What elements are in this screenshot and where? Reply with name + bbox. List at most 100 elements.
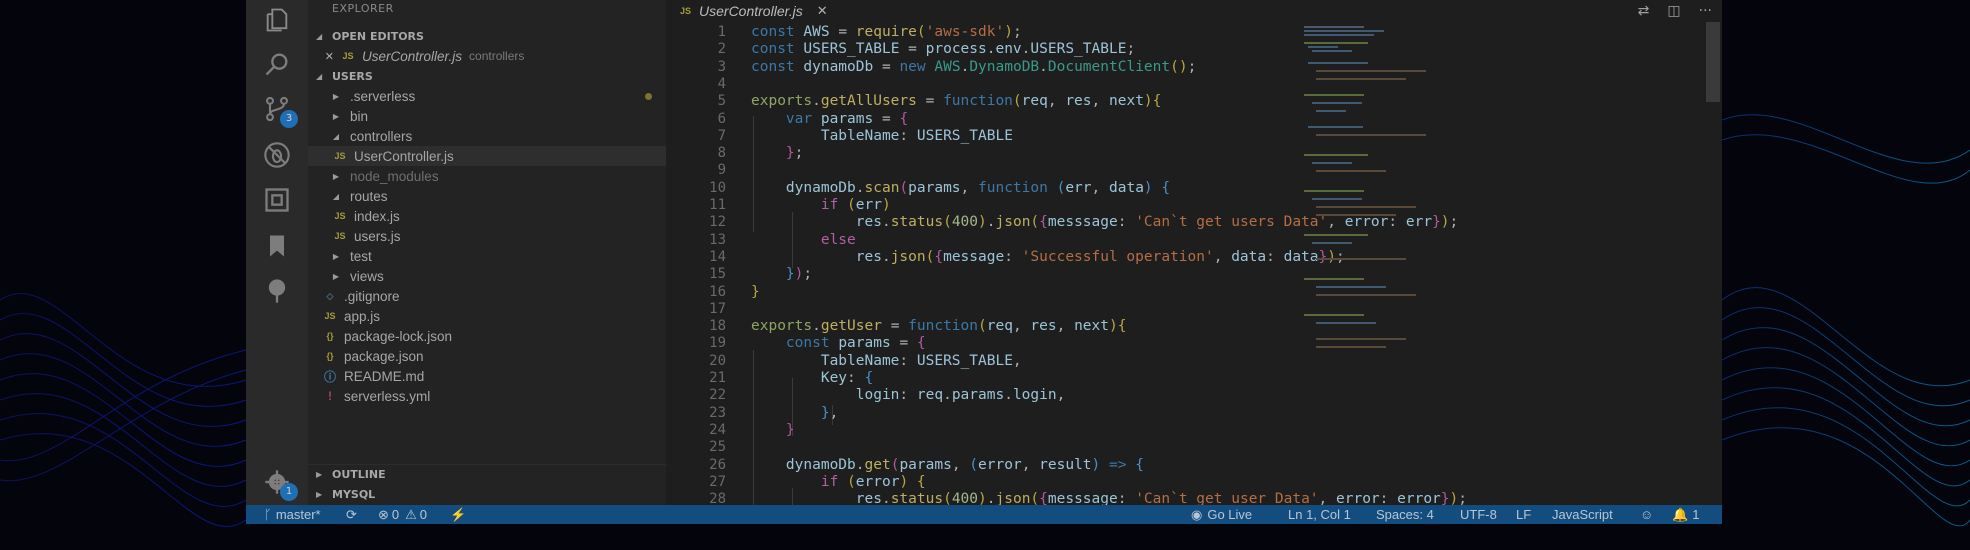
indentation[interactable]: Spaces: 4 (1376, 505, 1434, 524)
tree-item-package-json[interactable]: {} package.json (308, 346, 666, 366)
cursor-position[interactable]: Ln 1, Col 1 (1288, 505, 1351, 524)
tree-item-app-js[interactable]: JS app.js (308, 306, 666, 326)
json-file-icon: {} (326, 331, 334, 341)
settings-gear-icon[interactable]: 1 (260, 465, 298, 501)
line-number: 15 (709, 266, 726, 283)
editor-scrollbar[interactable] (1706, 22, 1720, 102)
tree-item-test[interactable]: ▶ test (308, 246, 666, 266)
mysql-label: MYSQL (332, 487, 376, 501)
bookmark-icon[interactable] (260, 229, 294, 263)
line-number: 8 (717, 145, 726, 162)
open-editor-description: controllers (469, 49, 525, 63)
line-number: 23 (709, 404, 726, 421)
tree-item-gitignore[interactable]: ◇ .gitignore (308, 286, 666, 306)
line-number: 26 (709, 456, 726, 473)
notifications[interactable]: 🔔 1 (1672, 505, 1699, 524)
close-icon[interactable]: ✕ (308, 50, 334, 63)
tree-item-serverless-yml[interactable]: ! serverless.yml (308, 386, 666, 406)
mysql-header[interactable]: ▶ MYSQL (308, 485, 666, 503)
outline-header[interactable]: ▶ OUTLINE (308, 464, 666, 483)
chevron-right-icon: ▶ (332, 251, 340, 261)
info-file-icon: ⓘ (323, 369, 336, 384)
line-number: 6 (717, 110, 726, 127)
tree-item-serverless[interactable]: ▶ .serverless (308, 86, 666, 106)
debug-icon[interactable] (260, 138, 294, 172)
go-live-label: Go Live (1207, 507, 1253, 522)
code-line: } (751, 283, 760, 300)
search-icon[interactable] (260, 47, 294, 81)
source-control-icon[interactable]: 3 (260, 92, 298, 128)
tree-item-bin[interactable]: ▶ bin (308, 106, 666, 126)
chevron-right-icon: ▶ (332, 91, 340, 101)
minimap[interactable] (1304, 22, 1426, 505)
code-line: TableName: USERS_TABLE, (820, 352, 1022, 369)
outline-label: OUTLINE (332, 467, 386, 481)
lightning-icon[interactable]: ⚡ (450, 505, 466, 524)
problems-indicator[interactable]: ⊗ 0 ⚠ 0 (378, 505, 427, 524)
chevron-right-icon: ▶ (332, 111, 340, 121)
tree-item-label: .gitignore (344, 288, 400, 304)
code-line: dynamoDb.scan(params, function (err, dat… (785, 179, 1171, 196)
tree-item-index-js[interactable]: JS index.js (308, 206, 666, 226)
users-folder-header[interactable]: ◢ USERS (308, 67, 666, 85)
broadcast-icon: ◉ (1191, 506, 1203, 522)
code-line: TableName: USERS_TABLE (820, 127, 1013, 144)
tree-item-label: README.md (344, 368, 425, 384)
line-number: 1 (717, 24, 726, 40)
tree-item-controllers[interactable]: ◢ controllers (308, 126, 666, 146)
js-file-icon: JS (324, 311, 336, 321)
git-branch-icon: ᚴ (264, 507, 272, 522)
open-editors-header[interactable]: ◢ OPEN EDITORS (308, 27, 666, 45)
code-editor[interactable]: 1 const AWS = require('aws-sdk'); 2 const U… (666, 22, 1722, 505)
tree-item-node-modules[interactable]: ▶ node_modules (308, 166, 666, 186)
tree-item-label: .serverless (350, 88, 416, 104)
line-number: 16 (709, 283, 726, 300)
chevron-down-icon: ◢ (316, 71, 323, 81)
code-line: }); (785, 266, 813, 283)
line-ending[interactable]: LF (1516, 505, 1531, 524)
more-actions-icon[interactable]: ··· (1699, 3, 1712, 19)
code-line: const AWS = require('aws-sdk'); (751, 24, 1022, 40)
extensions-icon[interactable] (260, 183, 294, 217)
code-line: if (error) { (820, 473, 926, 490)
encoding[interactable]: UTF-8 (1460, 505, 1497, 524)
editor-tab[interactable]: JS UserController.js ✕ (666, 0, 828, 22)
js-file-icon: JS (342, 51, 354, 61)
tree-item-readme[interactable]: ⓘ README.md (308, 366, 666, 386)
language-mode[interactable]: JavaScript (1552, 505, 1613, 524)
source-control-badge: 3 (280, 110, 298, 128)
sync-icon[interactable]: ⟳ (346, 505, 357, 524)
tree-item-users-js[interactable]: JS users.js (308, 226, 666, 246)
tree-item-routes[interactable]: ◢ routes (308, 186, 666, 206)
warning-count: 0 (419, 507, 428, 522)
open-editor-item[interactable]: ✕ JS UserController.js controllers (308, 46, 666, 66)
files-icon[interactable] (260, 3, 294, 37)
branch-indicator[interactable]: ᚴ master* (264, 505, 321, 524)
settings-badge: 1 (280, 483, 298, 501)
status-bar: ᚴ master* ⟳ ⊗ 0 ⚠ 0 ⚡ ◉ Go Live Ln 1, Co… (246, 505, 1722, 524)
go-live-button[interactable]: ◉ Go Live (1191, 505, 1252, 524)
tree-item-views[interactable]: ▶ views (308, 266, 666, 286)
tree-item-usercontroller[interactable]: JS UserController.js (308, 146, 666, 166)
line-number: 3 (717, 58, 726, 75)
chevron-right-icon: ▶ (316, 489, 323, 499)
feedback-smiley-icon[interactable]: ☺ (1640, 505, 1653, 524)
line-number: 11 (709, 197, 726, 213)
line-number: 28 (709, 491, 726, 505)
tree-item-label: serverless.yml (344, 388, 431, 404)
tree-item-label: controllers (350, 128, 413, 144)
close-tab-icon[interactable]: ✕ (817, 3, 828, 19)
tree-item-label: routes (350, 188, 388, 204)
split-editor-icon[interactable]: ◫ (1667, 3, 1680, 19)
code-line: dynamoDb.get(params, (error, result) => … (785, 456, 1144, 473)
bell-icon: 🔔 (1672, 506, 1689, 522)
line-number: 27 (709, 473, 726, 490)
line-number: 25 (709, 439, 726, 456)
code-line: const params = { (785, 335, 926, 352)
open-changes-icon[interactable]: ⇄ (1638, 3, 1650, 19)
tree-item-label: bin (350, 108, 369, 124)
editor-tab-filename: UserController.js (699, 3, 803, 19)
tree-item-label: node_modules (350, 168, 439, 184)
tree-icon[interactable] (260, 274, 294, 308)
tree-item-package-lock[interactable]: {} package-lock.json (308, 326, 666, 346)
